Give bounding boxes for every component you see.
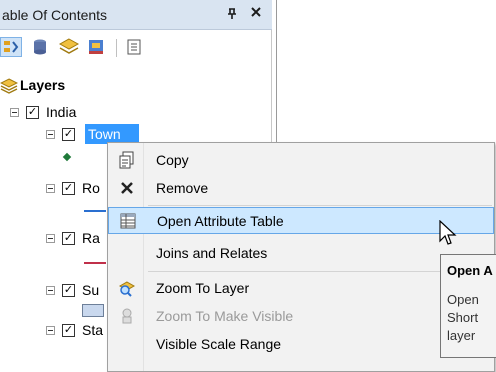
table-icon bbox=[119, 212, 137, 230]
tooltip-line-1: Open bbox=[447, 292, 479, 307]
options-icon[interactable] bbox=[124, 37, 146, 57]
menu-item-remove-label: Remove bbox=[156, 180, 209, 196]
india-collapse-expander[interactable] bbox=[10, 108, 19, 117]
toc-toolbar bbox=[0, 32, 272, 62]
layer-context-menu: Copy Remove Open Attribute Table Joins a… bbox=[107, 142, 495, 372]
list-by-drawing-order-icon[interactable] bbox=[0, 37, 22, 57]
roads-collapse-expander[interactable] bbox=[46, 184, 55, 193]
menu-item-visible-scale-range-label: Visible Scale Range bbox=[156, 336, 282, 352]
remove-icon bbox=[118, 179, 136, 197]
list-by-visibility-icon[interactable] bbox=[58, 37, 80, 57]
toolbar-separator bbox=[116, 39, 117, 57]
menu-item-open-attribute-table-label: Open Attribute Table bbox=[157, 213, 284, 229]
menu-item-zoom-to-layer-label: Zoom To Layer bbox=[156, 280, 250, 296]
town-layer-label[interactable]: Town bbox=[85, 124, 139, 144]
copy-icon bbox=[118, 151, 136, 169]
su-checkbox[interactable]: ✓ bbox=[62, 284, 75, 297]
town-point-symbol bbox=[62, 152, 72, 162]
railway-line-symbol bbox=[84, 262, 106, 264]
tooltip-line-3: layer bbox=[447, 328, 476, 343]
railway-collapse-expander[interactable] bbox=[46, 234, 55, 243]
menu-item-joins-label: Joins and Relates bbox=[156, 245, 268, 261]
india-group-label[interactable]: India bbox=[46, 104, 76, 120]
mouse-pointer-icon bbox=[438, 219, 458, 248]
menu-item-zoom-to-make-visible: Zoom To Make Visible bbox=[108, 303, 494, 330]
menu-item-zoom-to-layer[interactable]: Zoom To Layer bbox=[108, 275, 494, 302]
layers-root-label[interactable]: Layers bbox=[20, 77, 65, 93]
tooltip-title: Open A bbox=[447, 263, 493, 278]
su-collapse-expander[interactable] bbox=[46, 286, 55, 295]
sta-collapse-expander[interactable] bbox=[46, 326, 55, 335]
town-checkbox[interactable]: ✓ bbox=[62, 128, 75, 141]
menu-separator bbox=[148, 205, 492, 206]
menu-item-joins-and-relates[interactable]: Joins and Relates bbox=[108, 240, 494, 267]
command-tooltip: Open A Open Short layer bbox=[440, 254, 496, 358]
tooltip-line-2: Short bbox=[447, 310, 479, 325]
india-checkbox[interactable]: ✓ bbox=[26, 106, 39, 119]
menu-item-zoom-visible-label: Zoom To Make Visible bbox=[156, 308, 294, 324]
zoom-to-layer-icon bbox=[118, 279, 136, 297]
su-layer-label[interactable]: Su bbox=[82, 282, 99, 298]
roads-layer-label[interactable]: Ro bbox=[82, 180, 100, 196]
pin-icon[interactable] bbox=[226, 8, 238, 23]
town-collapse-expander[interactable] bbox=[46, 130, 55, 139]
su-polygon-symbol bbox=[82, 304, 104, 317]
zoom-visible-icon bbox=[118, 307, 136, 325]
menu-item-visible-scale-range[interactable]: Visible Scale Range bbox=[108, 331, 494, 358]
sta-checkbox[interactable]: ✓ bbox=[62, 324, 75, 337]
railway-checkbox[interactable]: ✓ bbox=[62, 232, 75, 245]
tooltip-body: Open Short layer bbox=[447, 291, 479, 345]
close-icon[interactable] bbox=[250, 5, 262, 22]
menu-item-copy-label: Copy bbox=[156, 152, 189, 168]
menu-item-open-attribute-table[interactable]: Open Attribute Table bbox=[108, 207, 494, 234]
menu-item-remove[interactable]: Remove bbox=[108, 175, 494, 202]
toc-title: able Of Contents bbox=[2, 7, 108, 23]
roads-line-symbol bbox=[84, 210, 106, 212]
list-by-source-icon[interactable] bbox=[30, 37, 52, 57]
list-by-selection-icon[interactable] bbox=[86, 37, 108, 57]
menu-item-copy[interactable]: Copy bbox=[108, 147, 494, 174]
toc-title-bar: able Of Contents bbox=[0, 0, 272, 30]
sta-layer-label[interactable]: Sta bbox=[82, 322, 103, 338]
railway-layer-label[interactable]: Ra bbox=[82, 230, 100, 246]
layers-icon bbox=[0, 78, 19, 97]
roads-checkbox[interactable]: ✓ bbox=[62, 182, 75, 195]
